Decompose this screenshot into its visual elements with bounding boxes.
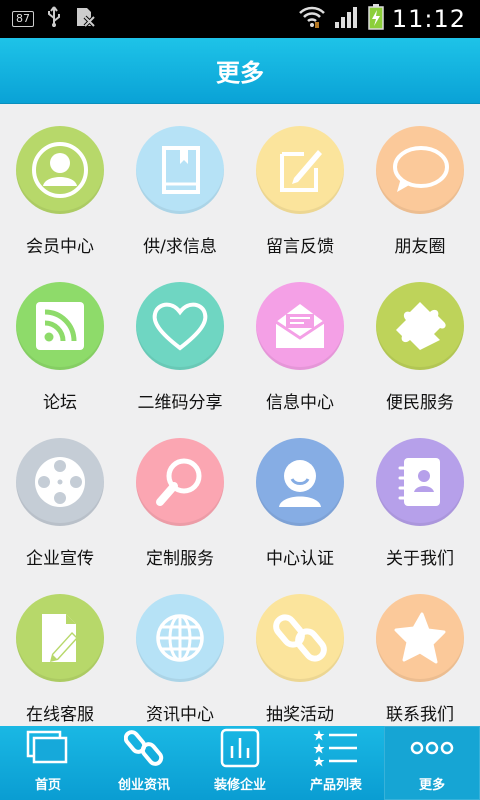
menu-item-lottery[interactable]: 抽奖活动	[240, 572, 360, 726]
menu-item-news-center[interactable]: 资讯中心	[120, 572, 240, 726]
menu-item-label: 信息中心	[266, 393, 334, 413]
tab-label: 创业资讯	[117, 778, 170, 793]
menu-item-label: 便民服务	[386, 393, 454, 413]
book-icon	[136, 126, 224, 214]
menu-item-label: 会员中心	[26, 237, 94, 257]
signal-icon	[334, 5, 360, 33]
home-window-icon	[26, 728, 70, 768]
page-title: 更多	[216, 59, 264, 87]
contact-book-icon	[376, 438, 464, 526]
tab-label: 首页	[34, 778, 61, 793]
menu-item-label: 朋友圈	[394, 237, 446, 257]
star-list-icon	[313, 728, 359, 768]
note-edit-icon	[256, 126, 344, 214]
wifi-icon	[298, 5, 326, 33]
menu-item-moments[interactable]: 朋友圈	[360, 104, 480, 260]
tab-label: 产品列表	[309, 778, 362, 793]
battery-charging-icon	[368, 4, 384, 34]
menu-item-forum[interactable]: 论坛	[0, 260, 120, 416]
battery-level-badge: 87	[12, 11, 34, 27]
menu-item-certification[interactable]: 中心认证	[240, 416, 360, 572]
menu-item-label: 留言反馈	[266, 237, 334, 257]
link-icon	[256, 594, 344, 682]
heart-icon	[136, 282, 224, 370]
menu-item-supply-demand[interactable]: 供/求信息	[120, 104, 240, 260]
menu-item-feedback[interactable]: 留言反馈	[240, 104, 360, 260]
menu-item-label: 定制服务	[146, 549, 214, 569]
status-left: 87	[12, 6, 96, 32]
menu-item-contact-us[interactable]: 联系我们	[360, 572, 480, 726]
link-icon	[124, 728, 164, 768]
tab-label: 装修企业	[213, 778, 266, 793]
bottom-tab-bar: 首页 创业资讯 装修企业 产品列表 更多	[0, 726, 480, 800]
magnifier-icon	[136, 438, 224, 526]
tab-business-news[interactable]: 创业资讯	[96, 726, 192, 800]
film-reel-icon	[16, 438, 104, 526]
menu-item-message-center[interactable]: 信息中心	[240, 260, 360, 416]
user-badge-icon	[256, 438, 344, 526]
menu-item-online-support[interactable]: 在线客服	[0, 572, 120, 726]
menu-item-convenience[interactable]: 便民服务	[360, 260, 480, 416]
tab-home[interactable]: 首页	[0, 726, 96, 800]
tab-product-list[interactable]: 产品列表	[288, 726, 384, 800]
menu-item-label: 抽奖活动	[266, 705, 334, 725]
speech-bubble-icon	[376, 126, 464, 214]
tab-more[interactable]: 更多	[384, 726, 480, 800]
menu-grid: 会员中心 供/求信息 留言反馈 朋友圈 论坛 二维码分享 信息中心 便民服务 企…	[0, 104, 480, 726]
puzzle-icon	[376, 282, 464, 370]
usb-icon	[46, 6, 62, 32]
tab-label: 更多	[418, 778, 445, 793]
clock: 11:12	[391, 5, 466, 33]
menu-item-label: 二维码分享	[137, 393, 223, 413]
menu-item-label: 在线客服	[26, 705, 94, 725]
menu-item-label: 企业宣传	[26, 549, 94, 569]
header: 更多	[0, 38, 480, 104]
document-pen-icon	[16, 594, 104, 682]
menu-item-custom-service[interactable]: 定制服务	[120, 416, 240, 572]
menu-item-label: 论坛	[43, 393, 77, 413]
bar-chart-icon	[220, 728, 260, 768]
menu-item-label: 联系我们	[386, 705, 454, 725]
globe-icon	[136, 594, 224, 682]
menu-item-member-center[interactable]: 会员中心	[0, 104, 120, 260]
more-dots-icon	[410, 728, 454, 768]
member-icon	[16, 126, 104, 214]
mail-icon	[256, 282, 344, 370]
menu-item-about-us[interactable]: 关于我们	[360, 416, 480, 572]
status-right: 11:12	[298, 4, 466, 34]
menu-item-label: 中心认证	[266, 549, 334, 569]
menu-item-label: 供/求信息	[143, 237, 217, 257]
star-icon	[376, 594, 464, 682]
menu-item-promotion[interactable]: 企业宣传	[0, 416, 120, 572]
sim-disabled-icon	[74, 6, 96, 32]
rss-icon	[16, 282, 104, 370]
menu-item-qr-share[interactable]: 二维码分享	[120, 260, 240, 416]
tab-decoration-companies[interactable]: 装修企业	[192, 726, 288, 800]
menu-item-label: 关于我们	[386, 549, 454, 569]
menu-item-label: 资讯中心	[146, 705, 214, 725]
status-bar: 87 11:12	[0, 0, 480, 38]
